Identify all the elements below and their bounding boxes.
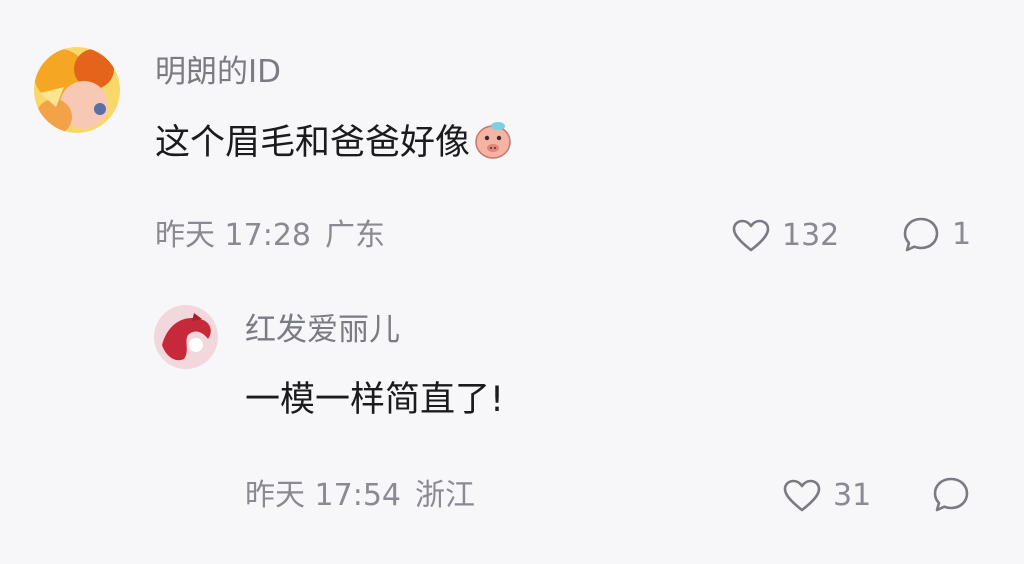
avatar-image <box>154 305 218 369</box>
avatar-image <box>34 47 120 133</box>
reply-meta: 昨天 17:54 浙江 <box>245 478 475 514</box>
reply-button[interactable]: 1 <box>902 216 971 254</box>
comment-text-row: 这个眉毛和爸爸好像 <box>155 118 514 170</box>
avatar[interactable] <box>154 305 218 369</box>
reply-item: 红发爱丽儿 一模一样简直了! 昨天 17:54 浙江 31 <box>0 290 1024 564</box>
heart-outline-icon <box>732 219 770 252</box>
comment-item: 明朗的ID 这个眉毛和爸爸好像 昨天 17:28 广东 132 1 <box>0 0 1024 290</box>
comment-username[interactable]: 明朗的ID <box>155 54 281 90</box>
like-button[interactable]: 31 <box>783 478 871 514</box>
avatar[interactable] <box>34 47 120 133</box>
reply-username[interactable]: 红发爱丽儿 <box>245 312 400 348</box>
speech-bubble-icon <box>933 477 969 512</box>
like-count: 31 <box>833 478 872 513</box>
comment-text: 这个眉毛和爸爸好像 <box>155 123 471 163</box>
reply-time: 昨天 17:54 <box>245 478 401 513</box>
speech-bubble-icon <box>903 217 939 252</box>
comment-time: 昨天 17:28 <box>155 218 311 253</box>
reply-button[interactable] <box>932 476 970 514</box>
like-button[interactable]: 132 <box>732 218 839 254</box>
reply-text: 一模一样简直了! <box>245 380 505 420</box>
comment-location: 广东 <box>325 218 385 253</box>
pig-face-emoji <box>472 118 514 170</box>
comment-meta: 昨天 17:28 广东 <box>155 218 385 254</box>
heart-outline-icon <box>783 479 821 512</box>
reply-count: 1 <box>952 217 972 252</box>
like-count: 132 <box>782 218 840 253</box>
reply-location: 浙江 <box>415 478 475 513</box>
